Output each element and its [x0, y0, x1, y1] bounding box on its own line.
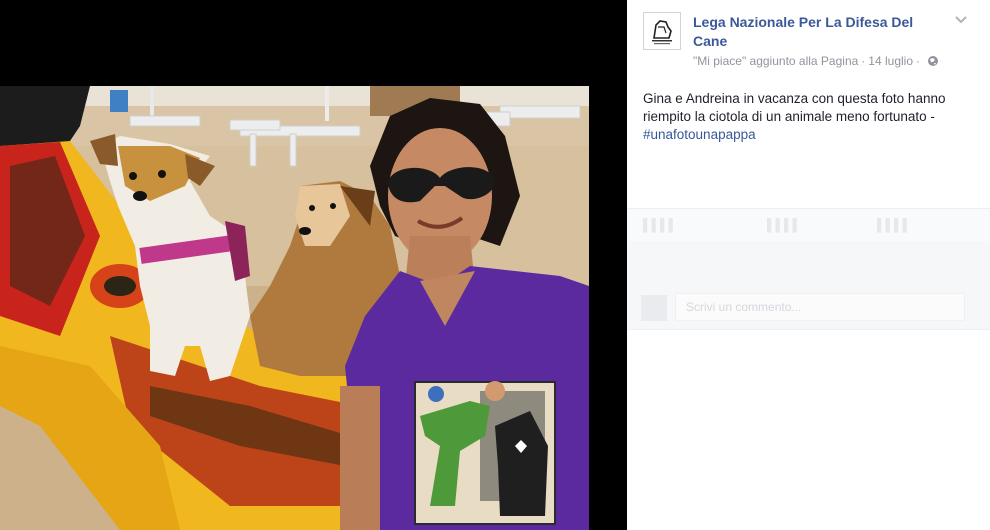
post-meta: "Mi piace" aggiunto alla Pagina · 14 lugli…: [693, 54, 939, 68]
beach-photo-illustration: [0, 86, 589, 530]
comment-composer: Scrivi un commento...: [627, 287, 990, 330]
post-message-text: Gina e Andreina in vacanza con questa fo…: [643, 91, 946, 124]
meta-separator: ·: [861, 54, 866, 68]
like-action[interactable]: ▌▌▌▌: [643, 218, 677, 232]
comment-action[interactable]: ▌▌▌▌: [767, 218, 801, 232]
post-side-panel: Lega Nazionale Per La Difesa Del Cane "M…: [627, 0, 990, 530]
meta-separator-2: ·: [916, 54, 920, 68]
photo-viewer: [0, 0, 627, 530]
post-date[interactable]: 14 luglio: [868, 54, 913, 68]
chevron-down-icon[interactable]: [954, 14, 968, 26]
hashtag-link[interactable]: #unafotounapappa: [643, 126, 975, 144]
reactions-summary: [627, 241, 990, 287]
post-actions-bar: ▌▌▌▌ ▌▌▌▌ ▌▌▌▌: [627, 208, 990, 242]
commenter-avatar: [641, 295, 667, 321]
post-message: Gina e Andreina in vacanza con questa fo…: [643, 90, 975, 144]
globe-icon[interactable]: [927, 55, 939, 67]
post-photo[interactable]: [0, 86, 589, 530]
comment-input[interactable]: Scrivi un commento...: [675, 293, 965, 321]
liked-page-text: "Mi piace" aggiunto alla Pagina: [693, 54, 859, 68]
page-avatar[interactable]: [643, 12, 681, 50]
page-name-link[interactable]: Lega Nazionale Per La Difesa Del Cane: [693, 13, 943, 51]
page-logo: [644, 13, 680, 49]
share-action[interactable]: ▌▌▌▌: [877, 218, 911, 232]
